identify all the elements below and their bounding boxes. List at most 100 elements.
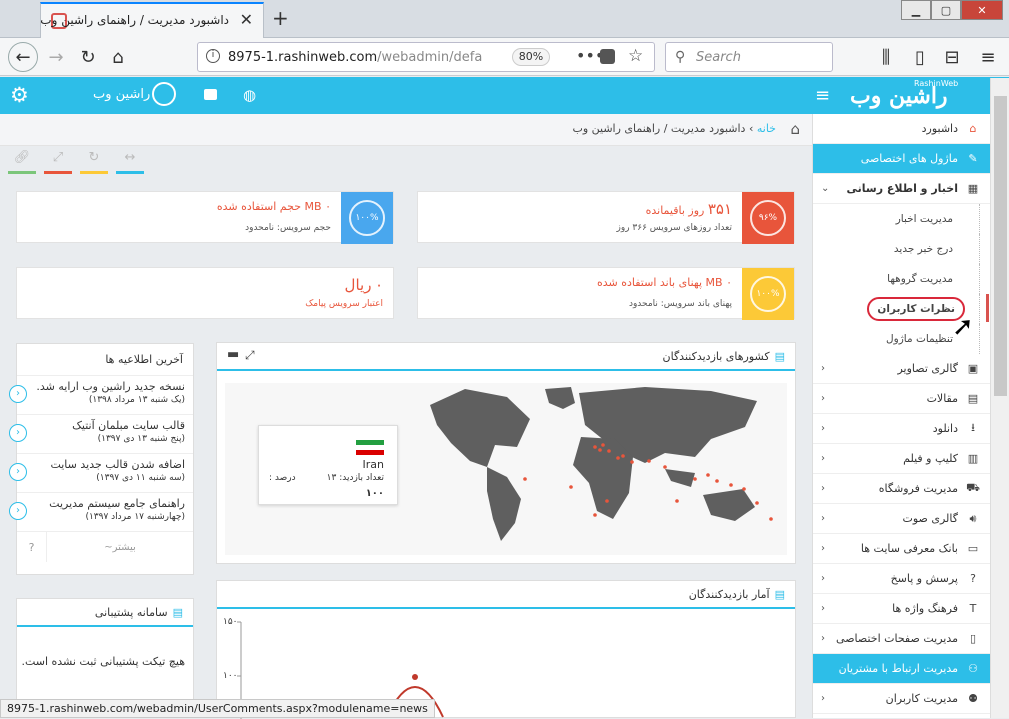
chevron-right-icon[interactable]: › — [9, 502, 27, 520]
breadcrumb-path: خانه › داشبورد مدیریت / راهنمای راشین وب — [572, 122, 776, 135]
sidebar-item-dashboard[interactable]: ⌂ داشبورد — [813, 114, 990, 144]
panel-toolbar: 🔗︎ ⤢ ↻ ↔ — [8, 150, 144, 174]
sidebar-sub-manage-news[interactable]: مدیریت اخبار — [813, 204, 980, 234]
announcements-title: آخرین اطلاعیه ها — [17, 344, 193, 376]
active-indicator — [986, 294, 989, 322]
window-controls: ▁ ▢ ✕ — [901, 0, 1003, 20]
sidebar-item-site-bank[interactable]: ▭ بانک معرفی سایت ها ‹ — [813, 534, 990, 564]
chevron-right-icon[interactable]: › — [9, 424, 27, 442]
library-icon[interactable]: ⫼ — [872, 43, 900, 71]
support-empty-message: هیچ تیکت پشتیبانی ثبت نشده است. — [21, 655, 185, 668]
expand-icon[interactable]: ⤢ — [245, 348, 255, 363]
country-total: ۱۰۰ — [365, 488, 384, 499]
minimize-icon[interactable]: ▁ — [901, 0, 931, 20]
sidebar-sub-add-news[interactable]: درج خبر جدید — [813, 234, 980, 264]
search-placeholder: Search — [696, 50, 741, 65]
sidebar-sub-groups[interactable]: مدیریت گروهها — [813, 264, 980, 294]
refresh-icon[interactable]: ↻ — [80, 150, 108, 174]
pocket-icon[interactable] — [600, 49, 615, 64]
bandwidth-badge: ۱۰۰% — [742, 268, 794, 320]
volume-badge: ۱۰۰% — [341, 192, 393, 244]
days-card: ۹۶% ۳۵۱ روز باقیمانده تعداد روزهای سرویس… — [417, 191, 795, 244]
sidebar-item-glossary[interactable]: T فرهنگ واژه ها ‹ — [813, 594, 990, 624]
sidebar-item-news[interactable]: ▦ اخبار و اطلاع رسانی ⌄ — [813, 174, 990, 204]
chevron-left-icon: ‹ — [821, 513, 825, 524]
new-tab-icon[interactable]: + — [272, 6, 289, 30]
list-item[interactable]: اضافه شدن قالب جدید سایت (سه شنبه ۱۱ دی ۱… — [9, 454, 193, 493]
hamburger-icon[interactable]: ≡ — [815, 85, 830, 106]
scrollbar-thumb[interactable] — [994, 96, 1007, 396]
scrollbar[interactable] — [990, 78, 1009, 718]
gear-icon[interactable]: ⚙ — [10, 83, 29, 107]
resize-icon[interactable]: ↔ — [116, 150, 144, 174]
avatar[interactable] — [152, 82, 176, 106]
url-text[interactable]: 8975-1.rashinweb.com/webadmin/defa — [228, 50, 482, 65]
list-item[interactable]: نسخه جدید راشین وب ارایه شد. (یک شنبه ۱۳ … — [9, 376, 193, 415]
country-visits: تعداد بازدید: ۱۳ — [326, 473, 384, 483]
chevron-left-icon: ‹ — [821, 633, 825, 644]
sidebar-item-video[interactable]: ▥ کلیپ و فیلم ‹ — [813, 444, 990, 474]
chevron-left-icon: ‹ — [821, 423, 825, 434]
home-icon[interactable]: ⌂ — [790, 120, 800, 138]
sidebar-item-custom-pages[interactable]: ▯ مدیریت صفحات اختصاصی ‹ — [813, 624, 990, 654]
question-icon[interactable]: ? — [17, 532, 47, 562]
menu-icon[interactable]: ≡ — [974, 43, 1002, 71]
users-icon: ⚇ — [968, 662, 978, 675]
sidebar-item-crm[interactable]: ⚇ مدیریت ارتباط با مشتریان — [813, 654, 990, 684]
world-map[interactable]: Iran تعداد بازدید: ۱۳ درصد : ۱۰۰ — [225, 383, 787, 555]
stats-title: ▤آمار بازدیدکنندگان — [688, 588, 785, 601]
film-icon: ▥ — [967, 452, 979, 465]
reader-icon[interactable]: ⊟ — [938, 43, 966, 71]
chevron-down-icon: ⌄ — [821, 183, 830, 194]
chevron-right-icon[interactable]: › — [9, 463, 27, 481]
card-icon[interactable] — [204, 89, 217, 100]
sidebar-item-faq[interactable]: ? پرسش و پاسخ ‹ — [813, 564, 990, 594]
fullscreen-icon[interactable]: ⤢ — [44, 150, 72, 174]
countries-panel: ▤کشورهای بازدیدکنندگان ▬ ⤢ Iran تعداد با… — [216, 342, 796, 564]
more-link[interactable]: بیشتر~ — [47, 532, 193, 562]
sidebar-item-audio[interactable]: 🔊︎ گالری صوت ‹ — [813, 504, 990, 534]
list-item[interactable]: قالب سایت مبلمان آنتیک (پنج شنبه ۱۳ دی ۱۳… — [9, 415, 193, 454]
sidebar-item-shop[interactable]: ⛟ مدیریت فروشگاه ‹ — [813, 474, 990, 504]
breadcrumb: ⌂ خانه › داشبورد مدیریت / راهنمای راشین … — [0, 114, 812, 146]
browser-tab[interactable]: داشبورد مدیریت / راهنمای راشین وب ✕ — [40, 2, 264, 38]
sidebar-toggle-icon[interactable]: ▯ — [906, 43, 934, 71]
close-tab-icon[interactable]: ✕ — [240, 10, 253, 29]
reload-icon[interactable]: ↻ — [74, 43, 102, 71]
window-close-icon[interactable]: ✕ — [961, 0, 1003, 20]
bandwidth-card: ۱۰۰% ۰ MB پهنای باند استفاده شده پهنای ب… — [417, 267, 795, 320]
search-bar[interactable]: ⚲ Search — [665, 42, 833, 72]
chevron-left-icon: ‹ — [821, 693, 825, 704]
bookmark-star-icon[interactable]: ☆ — [628, 46, 643, 66]
url-bar[interactable]: i 8975-1.rashinweb.com/webadmin/defa 80%… — [197, 42, 655, 72]
sidebar-item-download[interactable]: ⭳ دانلود ‹ — [813, 414, 990, 444]
chevron-left-icon: ‹ — [821, 573, 825, 584]
list-item[interactable]: راهنمای جامع سیستم مدیریت (چهارشنبه ۱۷ مر… — [9, 493, 193, 532]
country-percent: درصد : — [269, 473, 296, 483]
list-icon: ▤ — [172, 606, 183, 619]
info-icon[interactable]: i — [206, 49, 220, 63]
link-icon[interactable]: 🔗︎ — [8, 150, 36, 174]
sidebar-item-gallery[interactable]: ▣ گالری تصاویر ‹ — [813, 354, 990, 384]
sms-card: ۰ ریال اعتبار سرویس پیامک — [16, 267, 394, 319]
forward-icon[interactable]: → — [42, 43, 70, 71]
list-icon: ▤ — [774, 588, 785, 601]
back-icon[interactable]: ← — [8, 42, 38, 72]
monitor-icon: ▭ — [967, 542, 979, 555]
globe-icon[interactable]: ◍ — [243, 86, 256, 104]
newspaper-icon: ▦ — [967, 182, 979, 195]
browser-toolbar: ← → ↻ ⌂ i 8975-1.rashinweb.com/webadmin/… — [0, 38, 1009, 76]
chevron-right-icon[interactable]: › — [9, 385, 27, 403]
page-icon: ▯ — [969, 632, 977, 645]
username[interactable]: راشین وب — [93, 87, 150, 102]
sidebar-item-users[interactable]: ⚉ مدیریت کاربران ‹ — [813, 684, 990, 714]
user-icon: ⚉ — [968, 692, 978, 705]
home-icon[interactable]: ⌂ — [104, 43, 132, 71]
sidebar-item-special-modules[interactable]: ✎ ماژول های اختصاصی — [813, 144, 990, 174]
minimize-icon[interactable]: ▬ — [227, 347, 239, 362]
zoom-level[interactable]: 80% — [512, 48, 550, 66]
list-icon: ▤ — [774, 350, 785, 363]
chevron-left-icon: ‹ — [821, 453, 825, 464]
maximize-icon[interactable]: ▢ — [931, 0, 961, 20]
sidebar-item-articles[interactable]: ▤ مقالات ‹ — [813, 384, 990, 414]
